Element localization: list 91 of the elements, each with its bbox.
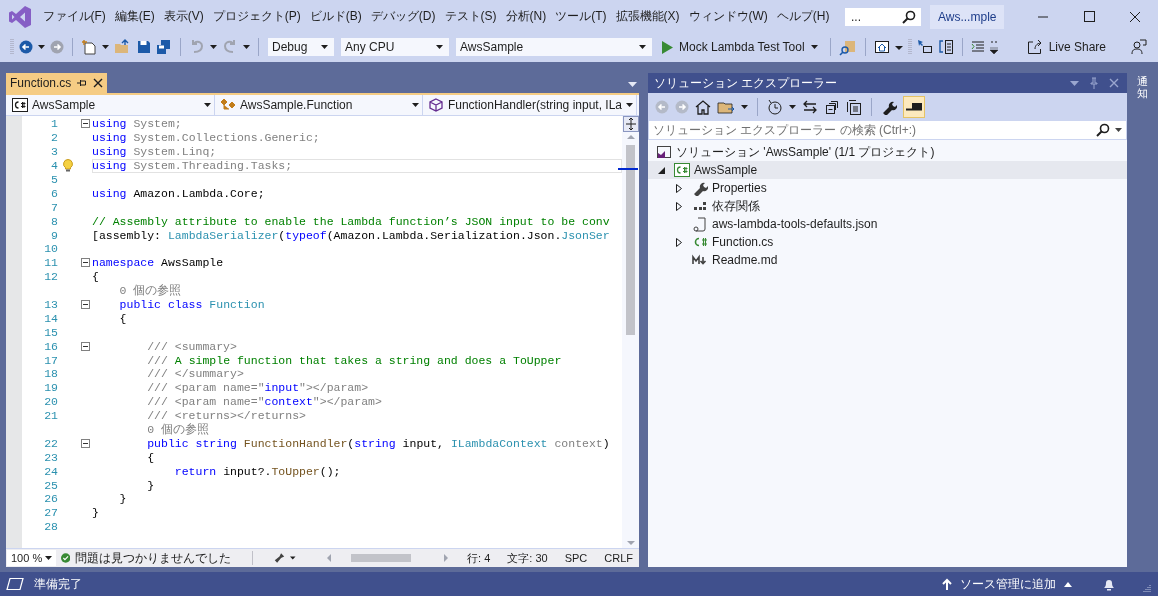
menu-item[interactable]: ビルド(B): [305, 8, 367, 25]
line-indicator[interactable]: 行: 4: [467, 550, 491, 566]
code-line: using System.Linq;: [92, 145, 217, 159]
line-number: 15: [44, 325, 58, 339]
tree-item[interactable]: 依存関係: [648, 197, 1127, 215]
configuration-dropdown[interactable]: Debug: [267, 37, 335, 57]
code-line: /// A simple function that takes a string and does a ToUpper: [146, 353, 562, 367]
line-number: 10: [44, 242, 58, 256]
live-share-button[interactable]: Live Share: [1024, 39, 1108, 55]
code-line: namespace AwsSample: [92, 256, 224, 270]
line-number: 25: [44, 478, 58, 492]
line-number: 1: [51, 117, 58, 131]
code-line: using System.Collections.Generic;: [92, 131, 320, 145]
tree-item[interactable]: aws-lambda-tools-defaults.json: [648, 215, 1127, 233]
menu-item[interactable]: ツール(T): [550, 8, 611, 25]
line-number: 22: [44, 436, 58, 450]
line-number: 2: [51, 131, 58, 145]
line-number: 8: [51, 214, 58, 228]
whitespace-indicator[interactable]: SPC: [564, 552, 588, 564]
line-number: 9: [51, 228, 58, 242]
column-indicator[interactable]: 文字: 30: [507, 550, 548, 566]
panel-title: ソリューション エクスプローラー: [654, 74, 839, 92]
status-message: 準備完了: [34, 575, 82, 593]
tree-item[interactable]: Readme.md: [648, 251, 1127, 269]
search-field[interactable]: ...: [844, 6, 922, 27]
code-line: [assembly: LambdaSerializer(typeof(Amazon.Lambda.Serialization.Json.JsonSer: [92, 228, 610, 242]
code-line: /// <returns></returns>: [146, 409, 306, 423]
line-number: 21: [44, 409, 58, 423]
solution-name-badge: Aws...mple: [930, 4, 1005, 29]
menu-item[interactable]: ヘルプ(H): [772, 8, 834, 25]
code-line: {: [92, 270, 99, 284]
code-line: }: [146, 478, 155, 492]
line-number: 14: [44, 311, 58, 325]
reference-count-link[interactable]: 0 個の参照: [92, 283, 182, 299]
line-number: 3: [51, 145, 58, 159]
line-number: 11: [44, 256, 58, 270]
line-number: 12: [44, 270, 58, 284]
line-number: 13: [44, 298, 58, 311]
code-line: {: [146, 450, 155, 464]
line-number: 28: [44, 520, 58, 534]
current-code-line: using System.Threading.Tasks;: [92, 158, 622, 173]
menu-item[interactable]: テスト(S): [440, 8, 501, 25]
code-line: // Assembly attribute to enable the Lambda function’s JSON input to be conv: [92, 214, 610, 228]
reference-count-link[interactable]: 0 個の参照: [92, 422, 209, 438]
startup-project-dropdown[interactable]: AwsSample: [455, 37, 653, 57]
menu-item[interactable]: プロジェクト(P): [208, 8, 306, 25]
menu-item[interactable]: デバッグ(D): [366, 8, 440, 25]
line-number: 24: [44, 464, 58, 478]
tree-item[interactable]: Function.cs: [648, 233, 1127, 251]
line-number: 4: [51, 159, 58, 173]
line-number: 16: [44, 339, 58, 353]
menu-item[interactable]: 表示(V): [159, 8, 209, 25]
line-number: 27: [44, 506, 58, 520]
platform-dropdown[interactable]: Any CPU: [340, 37, 450, 57]
tree-item[interactable]: AwsSample: [648, 161, 1127, 179]
code-line: public class Function: [118, 298, 265, 311]
menu-item[interactable]: 拡張機能(X): [611, 8, 684, 25]
code-line: using System;: [92, 117, 182, 131]
code-line: }: [92, 506, 99, 520]
code-line: /// <param name="context"></param>: [146, 395, 382, 409]
line-number: 23: [44, 450, 58, 464]
project-dropdown[interactable]: AwsSample: [9, 95, 215, 115]
line-number: 7: [51, 200, 58, 214]
code-line: /// <summary>: [146, 339, 237, 353]
menu-item[interactable]: 分析(N): [501, 8, 551, 25]
line-number: 17: [44, 353, 58, 367]
line-number: 6: [51, 186, 58, 200]
code-line: /// </summary>: [146, 367, 244, 381]
line-number: 26: [44, 492, 58, 506]
code-line: return input?.ToUpper();: [173, 464, 341, 478]
issues-status[interactable]: 問題は見つかりませんでした: [75, 549, 232, 567]
tree-item[interactable]: ソリューション 'AwsSample' (1/1 プロジェクト): [648, 143, 1127, 161]
code-line: /// <param name="input"></param>: [146, 381, 369, 395]
add-to-source-control-button[interactable]: ソース管理に追加: [938, 575, 1076, 593]
line-ending-indicator[interactable]: CRLF: [604, 552, 633, 564]
line-number: 5: [51, 173, 58, 186]
line-number: 20: [44, 395, 58, 409]
zoom-dropdown[interactable]: 100 %: [7, 550, 56, 566]
search-field[interactable]: ソリューション エクスプローラー の検索 (Ctrl+:): [648, 120, 1127, 140]
menu-item[interactable]: ファイル(F): [38, 8, 111, 25]
code-line: using Amazon.Lambda.Core;: [92, 186, 265, 200]
code-line: }: [118, 492, 127, 506]
line-number: 18: [44, 367, 58, 381]
document-tab[interactable]: Function.cs: [6, 73, 108, 93]
run-button[interactable]: Mock Lambda Test Tool: [658, 40, 822, 54]
code-line: {: [118, 311, 127, 325]
tree-item[interactable]: Properties: [648, 179, 1127, 197]
menu-item[interactable]: ウィンドウ(W): [684, 8, 773, 25]
menu-item[interactable]: 編集(E): [110, 8, 160, 25]
code-line: public string FunctionHandler(string input, ILambdaContext context): [146, 436, 610, 450]
line-number: 19: [44, 381, 58, 395]
